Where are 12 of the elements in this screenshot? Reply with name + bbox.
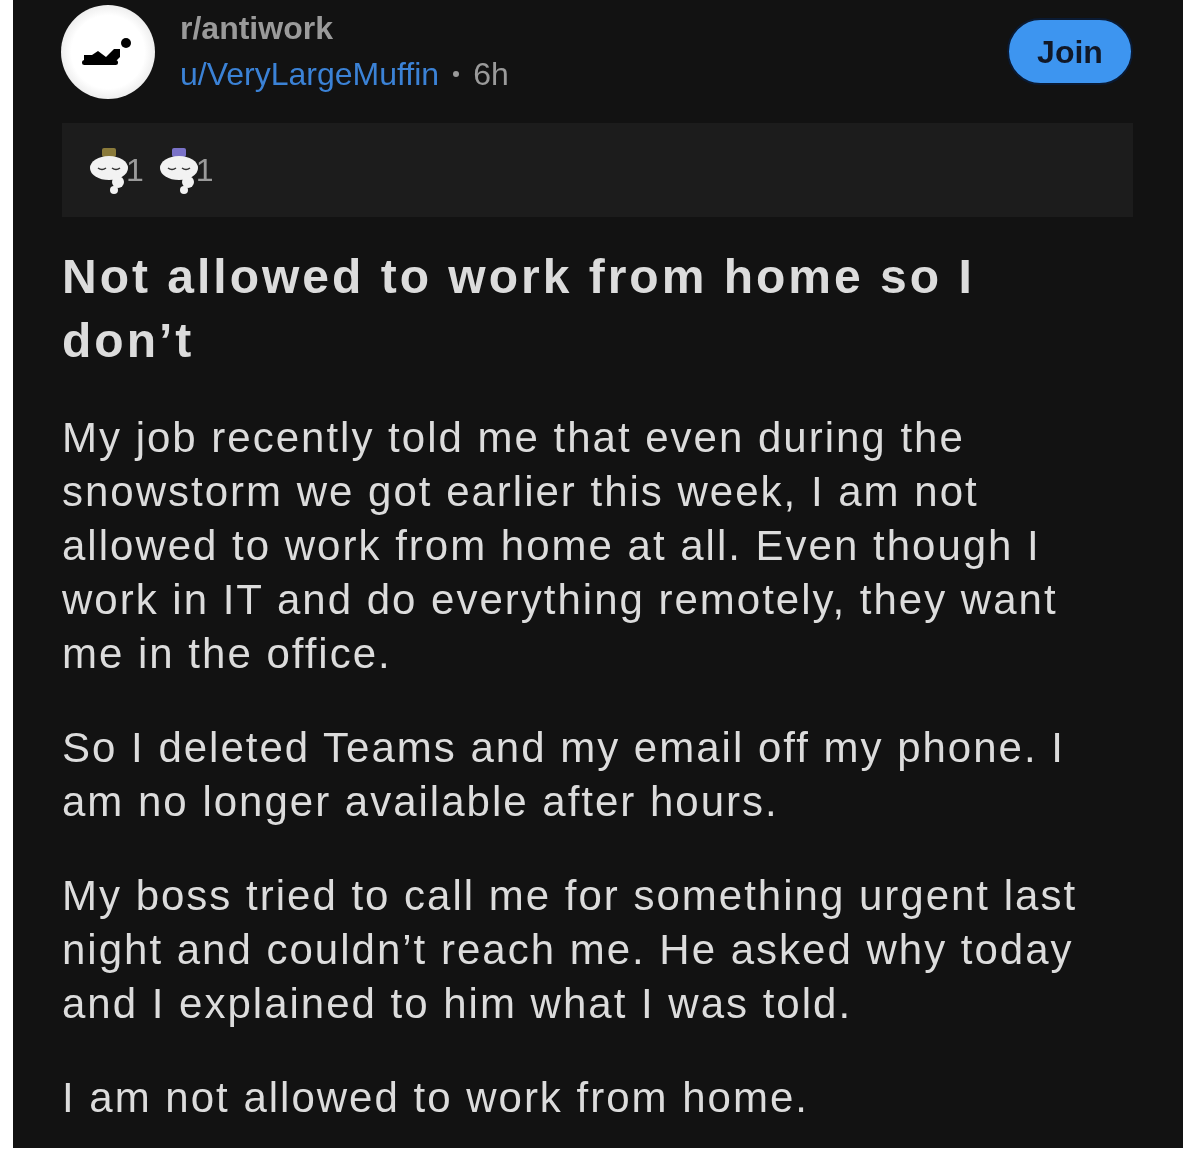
award-count: 1: [195, 151, 214, 190]
post-title: Not allowed to work from home so I don’t: [62, 249, 976, 369]
reclining-figure-icon: [82, 37, 134, 67]
post-age: 6h: [473, 55, 509, 94]
award-count: 1: [126, 151, 144, 190]
body-paragraph: My job recently told me that even during the snowstorm we got earlier this week, I am not allowed to work from home at all. Even though I work in IT and do everything remotely, they want me in the office.: [62, 413, 1059, 679]
body-paragraph: My boss tried to call me for something urgent last night and couldn’t reach me. He asked why today and I explained to him what I was told.: [62, 871, 1079, 1029]
body-paragraph: I am not allowed to work from home.: [62, 1073, 810, 1123]
body-paragraph: So I deleted Teams and my email off my phone. I am no longer available after hours.: [62, 723, 1066, 827]
join-button[interactable]: Join: [1007, 18, 1133, 85]
author-link[interactable]: u/VeryLargeMuffin: [180, 50, 440, 98]
subreddit-name[interactable]: r/antiwork: [180, 4, 509, 52]
